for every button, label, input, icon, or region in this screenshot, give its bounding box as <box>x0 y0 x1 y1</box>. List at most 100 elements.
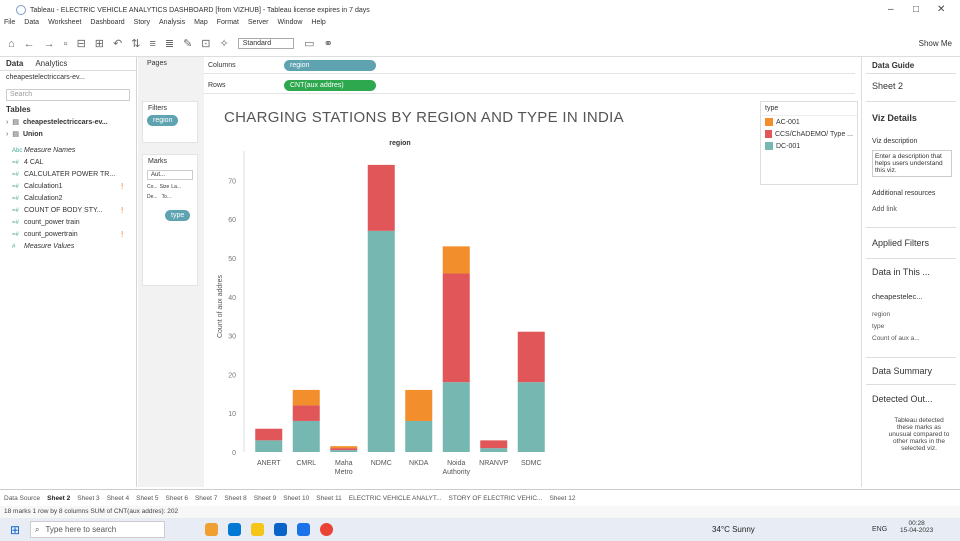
sheet-tab[interactable]: Sheet 4 <box>107 495 129 502</box>
applied-filters-header[interactable]: Applied Filters <box>872 238 957 248</box>
show-me-button[interactable]: Show Me <box>919 39 952 48</box>
windows-start-icon[interactable]: ⊞ <box>10 523 20 537</box>
table-item[interactable]: › ▤ Union <box>0 129 136 141</box>
tooltip-button[interactable]: To... <box>162 194 171 200</box>
group-icon[interactable]: ⊡ <box>201 37 210 50</box>
bar-segment[interactable] <box>517 331 545 383</box>
sort-asc-icon[interactable]: ≡ <box>149 38 155 50</box>
sheet-tab[interactable]: Sheet 8 <box>224 495 246 502</box>
field-item[interactable]: Abc Measure Names <box>0 145 136 157</box>
clock[interactable]: 00:28 15-04-2023 <box>900 520 933 534</box>
highlight-icon[interactable]: ✎ <box>183 37 192 50</box>
close-icon[interactable]: ✕ <box>937 4 945 15</box>
columns-pill[interactable]: region <box>284 59 376 71</box>
taskbar-search-input[interactable]: ⌕ Type here to search <box>30 521 165 538</box>
menu-data[interactable]: Data <box>24 19 39 31</box>
forward-icon[interactable]: → <box>44 38 55 50</box>
datasource-link[interactable]: cheapestelec... <box>872 292 957 301</box>
minimize-icon[interactable]: – <box>888 4 894 15</box>
field-item[interactable]: =# Calculation1! <box>0 181 136 193</box>
legend-item[interactable]: CCS/ChADEMO/ Type ... <box>761 128 857 140</box>
bar-segment[interactable] <box>442 273 470 383</box>
menu-story[interactable]: Story <box>134 19 150 31</box>
menu-window[interactable]: Window <box>278 19 303 31</box>
datasource-name[interactable]: cheapestelectriccars-ev... <box>0 71 136 85</box>
bar-segment[interactable] <box>255 428 283 441</box>
sheet-tab[interactable]: Sheet 5 <box>136 495 158 502</box>
guide-field-item[interactable]: Count of aux a... <box>872 335 957 347</box>
bar-segment[interactable] <box>442 382 470 452</box>
sheet-tab[interactable]: Data Source <box>4 495 40 502</box>
data-in-this-header[interactable]: Data in This ... <box>872 267 957 277</box>
tab-data[interactable]: Data <box>0 57 29 70</box>
tab-analytics[interactable]: Analytics <box>29 57 73 70</box>
table-item[interactable]: › ▤ cheapestelectriccars-ev... <box>0 117 136 129</box>
menu-file[interactable]: File <box>4 19 15 31</box>
guide-field-item[interactable]: type <box>872 323 957 335</box>
sort-desc-icon[interactable]: ≣ <box>165 37 174 50</box>
weather-widget-icon[interactable] <box>205 523 218 536</box>
undo-icon[interactable]: ↶ <box>113 37 122 50</box>
sheet-tab[interactable]: Sheet 10 <box>283 495 309 502</box>
bar-segment[interactable] <box>367 230 395 452</box>
pin-icon[interactable]: ✧ <box>220 37 229 50</box>
menu-format[interactable]: Format <box>217 19 239 31</box>
menu-help[interactable]: Help <box>311 19 325 31</box>
save-icon[interactable]: ▫ <box>64 38 68 50</box>
bar-segment[interactable] <box>405 389 433 421</box>
type-color-pill[interactable]: type <box>165 210 191 221</box>
filter-region-pill[interactable]: region <box>147 115 179 126</box>
bar-segment[interactable] <box>480 440 508 449</box>
field-item[interactable]: =# COUNT OF BODY STY...! <box>0 205 136 217</box>
sheet-tab[interactable]: Sheet 6 <box>166 495 188 502</box>
pages-card[interactable]: Pages <box>142 57 198 70</box>
menu-worksheet[interactable]: Worksheet <box>48 19 81 31</box>
bar-segment[interactable] <box>330 448 358 451</box>
new-datasource-icon[interactable]: ⊟ <box>77 37 86 50</box>
menu-dashboard[interactable]: Dashboard <box>90 19 124 31</box>
bar-segment[interactable] <box>405 420 433 452</box>
home-icon[interactable]: ⌂ <box>8 38 15 50</box>
present-icon[interactable]: ▭ <box>304 37 314 50</box>
sheet-tab[interactable]: ELECTRIC VEHICLE ANALYT... <box>349 495 442 502</box>
add-link-button[interactable]: Add link <box>872 206 957 213</box>
viz-description-input[interactable]: Enter a description that helps users und… <box>872 150 952 177</box>
sheet-tab[interactable]: STORY OF ELECTRIC VEHIC... <box>449 495 543 502</box>
share-icon[interactable]: ⚭ <box>324 37 333 50</box>
bar-segment[interactable] <box>367 164 395 231</box>
bar-segment[interactable] <box>292 420 320 452</box>
bar-segment[interactable] <box>330 446 358 449</box>
bar-segment[interactable] <box>517 382 545 452</box>
file-explorer-icon[interactable] <box>251 523 264 536</box>
store-icon[interactable] <box>297 523 310 536</box>
bar-segment[interactable] <box>292 405 320 421</box>
sheet-tab[interactable]: Sheet 2 <box>47 494 71 502</box>
field-item[interactable]: =# count_powertrain! <box>0 229 136 241</box>
sheet-tab[interactable]: Sheet 9 <box>254 495 276 502</box>
legend-item[interactable]: DC-001 <box>761 140 857 152</box>
mark-type-select[interactable]: Aut... <box>147 170 193 180</box>
fit-select[interactable]: Standard <box>237 38 295 49</box>
menu-analysis[interactable]: Analysis <box>159 19 185 31</box>
bar-segment[interactable] <box>442 246 470 274</box>
search-input[interactable]: Search <box>6 89 130 101</box>
sheet-tab[interactable]: Sheet 12 <box>549 495 575 502</box>
menu-map[interactable]: Map <box>194 19 208 31</box>
bar-segment[interactable] <box>480 448 508 452</box>
bar-segment[interactable] <box>330 450 358 452</box>
field-item[interactable]: =# 4 CAL <box>0 157 136 169</box>
size-button[interactable]: Size <box>160 184 170 190</box>
data-summary-header[interactable]: Data Summary <box>872 366 957 376</box>
field-item[interactable]: =# CALCULATER POWER TR... <box>0 169 136 181</box>
rows-pill[interactable]: CNT(aux addres) <box>284 79 376 91</box>
new-sheet-icon[interactable]: ⊞ <box>95 37 104 50</box>
edge-icon[interactable] <box>228 523 241 536</box>
detail-button[interactable]: De... <box>147 194 158 200</box>
label-button[interactable]: La... <box>171 184 181 190</box>
bar-segment[interactable] <box>292 389 320 406</box>
viz-details-header[interactable]: Viz Details <box>872 113 957 123</box>
field-item[interactable]: =# Calculation2 <box>0 193 136 205</box>
chrome-icon[interactable] <box>320 523 333 536</box>
weather-text[interactable]: 34°C Sunny <box>712 525 755 534</box>
field-item[interactable]: =# count_power train <box>0 217 136 229</box>
